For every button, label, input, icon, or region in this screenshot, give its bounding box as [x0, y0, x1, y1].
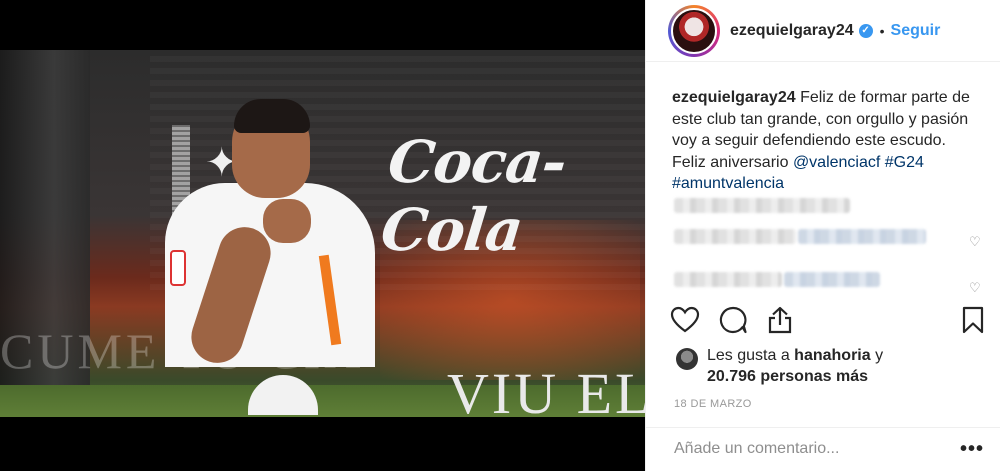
- comment-like-heart-icon[interactable]: ♡: [969, 234, 981, 250]
- blurred-comment: [784, 272, 880, 287]
- sponsor-logo: Coca-Cola: [377, 128, 569, 264]
- heart-icon[interactable]: [670, 305, 700, 335]
- header-username[interactable]: ezequielgaray24: [730, 22, 854, 40]
- player-hair: [234, 99, 310, 133]
- caption-hashtag-g24[interactable]: #G24: [885, 154, 924, 171]
- bookmark-icon[interactable]: [958, 305, 988, 335]
- comment-input[interactable]: [674, 440, 934, 458]
- comment-bar: •••: [646, 427, 1000, 471]
- likes-first-user[interactable]: hanahoria: [794, 347, 870, 364]
- likes-prefix: Les gusta a: [707, 347, 795, 364]
- post-media[interactable]: ✦ Coca-Cola CUME TO CIA VIU EL: [0, 0, 645, 471]
- likes-connector: y: [870, 347, 884, 364]
- avatar-image: [671, 7, 717, 54]
- blurred-comment: [674, 198, 850, 213]
- liker-avatar[interactable]: [676, 348, 698, 370]
- verified-badge-icon: ✓: [858, 23, 873, 38]
- more-options-icon[interactable]: •••: [960, 438, 984, 461]
- post-date[interactable]: 18 DE MARZO: [674, 398, 752, 410]
- blurred-comment: [674, 272, 782, 287]
- comment-like-heart-icon[interactable]: ♡: [969, 280, 981, 296]
- likes-count[interactable]: 20.796 personas más: [707, 368, 868, 385]
- comment-icon[interactable]: [718, 305, 748, 335]
- post-caption: ezequielgaray24 Feliz de formar parte de…: [672, 87, 972, 195]
- caption-username[interactable]: ezequielgaray24: [672, 89, 796, 106]
- profile-avatar[interactable]: [668, 4, 720, 57]
- league-badge: [170, 250, 186, 286]
- share-icon[interactable]: [765, 305, 795, 335]
- caption-hashtag-amunt[interactable]: #amuntvalencia: [672, 175, 784, 192]
- post-header: ezequielgaray24 ✓ • Seguir: [646, 0, 1000, 62]
- post-sidebar: ezequielgaray24 ✓ • Seguir ezequielgaray…: [645, 0, 1000, 471]
- header-separator: •: [879, 22, 885, 39]
- blurred-comment: [674, 229, 796, 244]
- player-figure: [160, 95, 400, 370]
- caption-mention[interactable]: @valenciacf: [793, 154, 880, 171]
- player-hand: [263, 199, 311, 243]
- likes-text[interactable]: Les gusta a hanahoria y 20.796 personas m…: [707, 345, 977, 387]
- post-actions: [670, 305, 990, 339]
- viu-banner: VIU EL: [447, 361, 645, 426]
- follow-button[interactable]: Seguir: [891, 22, 941, 40]
- blurred-comment: [798, 229, 926, 244]
